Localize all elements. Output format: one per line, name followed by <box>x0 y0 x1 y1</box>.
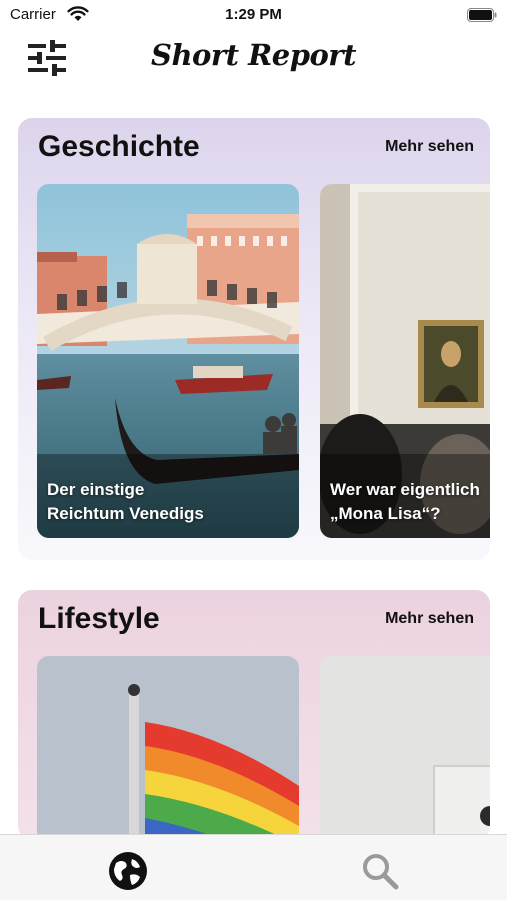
see-more-button[interactable]: Mehr sehen <box>385 138 474 156</box>
article-card-wall[interactable] <box>320 656 490 840</box>
wall-image <box>320 656 490 840</box>
status-bar: Carrier 1:29 PM <box>0 0 507 32</box>
globe-icon[interactable] <box>106 849 150 893</box>
see-more-button[interactable]: Mehr sehen <box>385 610 474 628</box>
search-icon[interactable] <box>358 849 402 893</box>
card-caption: Wer war eigentlich „Mona Lisa“? <box>330 480 480 523</box>
article-card-flag[interactable] <box>37 656 299 840</box>
navigation-bar: Short Report <box>0 32 507 86</box>
article-card-mona-lisa[interactable]: Wer war eigentlich „Mona Lisa“? <box>320 184 490 538</box>
rainbow-flag-image <box>37 656 299 840</box>
battery-icon <box>467 8 497 22</box>
tab-bar <box>0 834 507 900</box>
app-title: Short Report <box>151 38 357 72</box>
section-title: Lifestyle <box>38 602 160 635</box>
status-time: 1:29 PM <box>225 6 282 23</box>
section-lifestyle: Lifestyle Mehr sehen <box>18 590 490 840</box>
section-title: Geschichte <box>38 130 200 163</box>
article-card-venice[interactable]: Der einstige Reichtum Venedigs <box>37 184 299 538</box>
card-caption: Der einstige Reichtum Venedigs <box>47 480 204 523</box>
section-geschichte: Geschichte Mehr sehen Der einstige Reich… <box>18 118 490 560</box>
